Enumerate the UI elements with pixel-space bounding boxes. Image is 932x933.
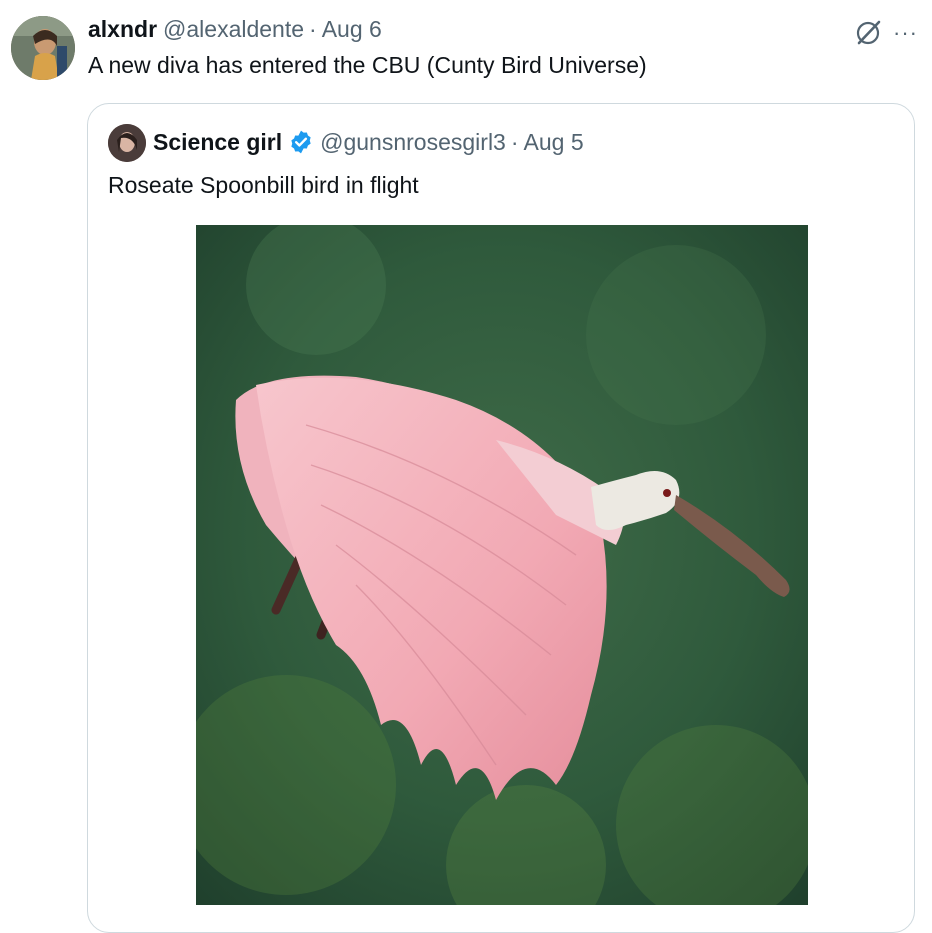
tweet-header: alxndr @alexaldente · Aug 6: [88, 16, 382, 46]
more-options-icon[interactable]: ···: [893, 22, 918, 44]
quoted-tweet-photo[interactable]: [196, 225, 808, 905]
quoted-author-avatar[interactable]: [108, 124, 146, 162]
separator-dot: ·: [309, 16, 317, 42]
quoted-tweet-card[interactable]: Science girl @gunsnrosesgirl3 · Aug 5 Ro…: [87, 103, 915, 933]
tweet-text: A new diva has entered the CBU (Cunty Bi…: [88, 52, 647, 78]
author-name[interactable]: alxndr: [88, 16, 157, 43]
author-avatar[interactable]: [11, 16, 75, 80]
quoted-tweet-header: Science girl @gunsnrosesgirl3 · Aug 5: [153, 127, 584, 157]
tweet-date[interactable]: Aug 6: [322, 16, 382, 43]
quoted-author-handle[interactable]: @gunsnrosesgirl3: [320, 129, 506, 156]
author-handle[interactable]: @alexaldente: [163, 16, 304, 43]
quoted-tweet-date[interactable]: Aug 5: [524, 129, 584, 156]
quoted-tweet-text: Roseate Spoonbill bird in flight: [108, 172, 419, 198]
tweet-actions: ···: [853, 18, 918, 48]
verified-badge-icon: [291, 130, 311, 154]
separator-dot: ·: [510, 128, 519, 155]
grok-icon[interactable]: [853, 18, 883, 48]
quoted-author-name[interactable]: Science girl: [153, 129, 282, 156]
